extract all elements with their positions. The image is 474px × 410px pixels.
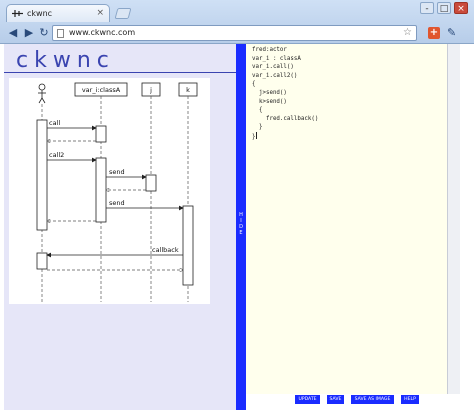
browser-chrome: ckwnc × - □ × ◀ ▶ ↻ www.ckwnc.com ☆ + ✎ xyxy=(0,0,474,44)
tab-close-icon[interactable]: × xyxy=(96,8,104,18)
activation-call xyxy=(95,125,107,143)
activation-k xyxy=(182,205,194,286)
activation-actor xyxy=(36,119,48,231)
diagram-panel: ckwnc var_i:classA j k call call2 send s… xyxy=(4,44,236,410)
url-text: www.ckwnc.com xyxy=(69,28,136,37)
help-button[interactable]: HELP xyxy=(401,395,419,404)
wrench-icon[interactable]: ✎ xyxy=(447,26,456,39)
minimize-button[interactable]: - xyxy=(420,2,434,14)
message-label-send-k: send xyxy=(109,199,125,207)
actor-icon xyxy=(38,83,46,104)
code-editor[interactable]: fred:actor var_i : classA var_i.call() v… xyxy=(246,44,447,394)
update-button[interactable]: UPDATE xyxy=(295,395,320,404)
participant-label-k: k xyxy=(186,86,190,94)
code-content: fred:actor var_i : classA var_i.call() v… xyxy=(252,47,319,140)
editor-scrollbar[interactable] xyxy=(447,44,460,394)
save-button[interactable]: SAVE xyxy=(327,395,344,404)
message-label-call2: call2 xyxy=(49,151,64,159)
message-label-call: call xyxy=(49,119,60,127)
tab-strip: ckwnc × - □ × xyxy=(0,0,474,22)
activation-j xyxy=(145,174,157,192)
code-text: fred:actor var_i : classA var_i.call() v… xyxy=(252,46,318,142)
tab-title: ckwnc xyxy=(27,9,53,18)
reload-icon[interactable]: ↻ xyxy=(37,26,51,40)
page-icon xyxy=(57,29,64,38)
activation-callback xyxy=(36,252,48,270)
sequence-diagram: var_i:classA j k call call2 send send ca… xyxy=(9,78,210,304)
browser-tab[interactable]: ckwnc × xyxy=(6,4,110,22)
forward-arrow-icon[interactable]: ▶ xyxy=(22,26,36,40)
participant-label-j: j xyxy=(149,86,152,94)
back-arrow-icon[interactable]: ◀ xyxy=(6,26,20,40)
hide-label: HIDE xyxy=(239,212,243,236)
navigation-bar: ◀ ▶ ↻ www.ckwnc.com ☆ + ✎ xyxy=(0,22,474,44)
activation-call2 xyxy=(95,157,107,223)
save-as-image-button[interactable]: SAVE AS IMAGE xyxy=(351,395,394,404)
favicon-icon xyxy=(12,10,23,17)
maximize-button[interactable]: □ xyxy=(437,2,451,14)
extension-icon[interactable]: + xyxy=(428,27,440,39)
close-window-button[interactable]: × xyxy=(454,2,468,14)
new-tab-button[interactable] xyxy=(114,8,132,19)
address-bar[interactable]: www.ckwnc.com ☆ xyxy=(52,25,417,41)
action-bar: UPDATE SAVE SAVE AS IMAGE HELP xyxy=(246,394,462,410)
hide-toggle[interactable]: HIDE xyxy=(236,44,246,410)
participant-label-var-i: var_i:classA xyxy=(82,86,121,94)
text-cursor xyxy=(255,131,257,139)
message-label-callback: callback xyxy=(152,246,179,254)
bookmark-star-icon[interactable]: ☆ xyxy=(403,26,412,40)
brand-divider xyxy=(4,72,236,73)
brand-logo: ckwnc xyxy=(16,48,115,73)
page-content: ckwnc var_i:classA j k call call2 send s… xyxy=(0,44,474,410)
message-label-send-j: send xyxy=(109,168,125,176)
window-controls: - □ × xyxy=(420,2,468,14)
